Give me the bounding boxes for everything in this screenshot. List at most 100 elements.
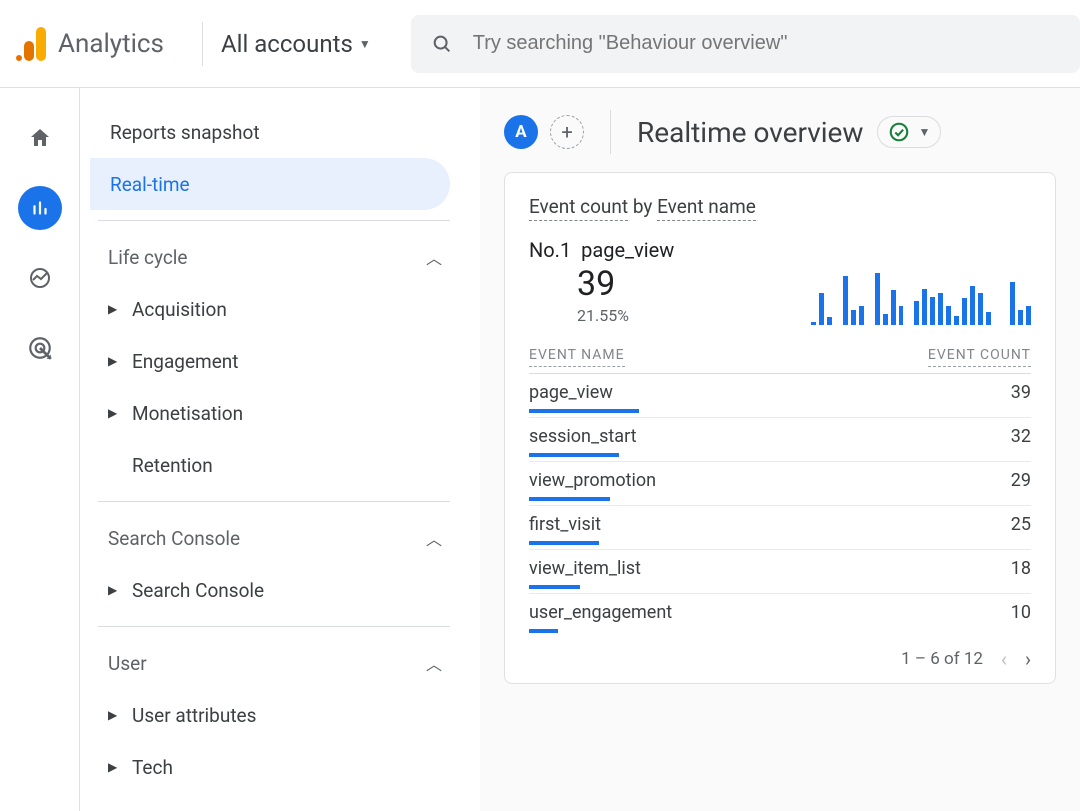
sparkline-chart <box>771 269 1031 325</box>
nav-realtime[interactable]: Real-time <box>90 158 450 210</box>
row-event-name: first_visit <box>529 514 601 535</box>
table-header: EVENT NAME EVENT COUNT <box>529 347 1031 367</box>
search-icon <box>431 33 453 55</box>
add-comparison-button[interactable]: + <box>550 115 584 149</box>
dimension-picker[interactable]: Event name <box>657 195 756 221</box>
header-divider <box>610 110 611 154</box>
table-pager: 1 – 6 of 12 ‹ › <box>529 647 1031 671</box>
page-title: Realtime overview <box>637 116 863 149</box>
section-life-cycle[interactable]: Life cycle ︿ <box>90 231 450 283</box>
triangle-right-icon: ▶ <box>108 302 132 316</box>
table-row[interactable]: session_start 32 <box>529 417 1031 461</box>
nav-sub-label: Acquisition <box>132 298 227 321</box>
section-user[interactable]: User ︿ <box>90 637 450 689</box>
chevron-up-icon: ︿ <box>426 526 442 550</box>
nav-sub-label: User attributes <box>132 704 256 727</box>
nav-sub-label: Search Console <box>132 579 264 602</box>
nav-sub-label: Tech <box>132 756 173 779</box>
section-label: Search Console <box>108 527 240 550</box>
nav-monetisation[interactable]: ▶Monetisation <box>90 387 450 439</box>
row-event-count: 18 <box>1011 558 1031 579</box>
top-rank: No.1 <box>529 238 571 262</box>
top-header: Analytics All accounts ▼ <box>0 0 1080 88</box>
row-bar <box>529 453 619 457</box>
card-title-by: by <box>633 195 653 218</box>
triangle-right-icon: ▶ <box>108 583 132 597</box>
caret-down-icon: ▼ <box>359 37 371 51</box>
nav-explore-icon[interactable] <box>18 256 62 300</box>
col-event-name: EVENT NAME <box>529 347 625 367</box>
row-event-count: 10 <box>1011 602 1031 623</box>
nav-separator <box>98 220 450 221</box>
triangle-right-icon: ▶ <box>108 354 132 368</box>
section-label: User <box>108 652 147 675</box>
status-dropdown[interactable]: ▼ <box>877 116 941 148</box>
section-search-console[interactable]: Search Console ︿ <box>90 512 450 564</box>
row-bar <box>529 585 580 589</box>
check-circle-icon <box>888 121 910 143</box>
triangle-right-icon: ▶ <box>108 708 132 722</box>
caret-down-icon: ▼ <box>918 125 930 139</box>
row-event-count: 25 <box>1011 514 1031 535</box>
main-content: A + Realtime overview ▼ Event count by E… <box>480 88 1080 811</box>
table-body: page_view 39 session_start 32 view_promotion… <box>529 373 1031 637</box>
pager-prev-button[interactable]: ‹ <box>1001 647 1007 671</box>
search-input[interactable] <box>473 32 1080 55</box>
metric-picker[interactable]: Event count <box>529 195 628 221</box>
nav-user-attributes[interactable]: ▶User attributes <box>90 689 450 741</box>
row-bar <box>529 497 610 501</box>
nav-retention[interactable]: Retention <box>90 439 450 491</box>
top-event-summary: No.1 page_view 39 21.55% <box>529 238 674 325</box>
page-header: A + Realtime overview ▼ <box>480 88 1080 172</box>
top-event-percent: 21.55% <box>577 306 674 325</box>
left-icon-rail <box>0 88 80 811</box>
account-switcher[interactable]: All accounts ▼ <box>221 30 371 58</box>
row-bar <box>529 629 558 633</box>
nav-engagement[interactable]: ▶Engagement <box>90 335 450 387</box>
nav-tech[interactable]: ▶Tech <box>90 741 450 793</box>
row-event-count: 39 <box>1011 382 1031 403</box>
row-event-name: view_promotion <box>529 470 656 491</box>
nav-reports-icon[interactable] <box>18 186 62 230</box>
row-event-name: user_engagement <box>529 602 672 623</box>
row-bar <box>529 409 639 413</box>
nav-separator <box>98 626 450 627</box>
nav-reports-snapshot[interactable]: Reports snapshot <box>90 106 450 158</box>
table-row[interactable]: view_item_list 18 <box>529 549 1031 593</box>
nav-sub-label: Monetisation <box>132 402 243 425</box>
nav-acquisition[interactable]: ▶Acquisition <box>90 283 450 335</box>
nav-separator <box>98 501 450 502</box>
triangle-right-icon: ▶ <box>108 406 132 420</box>
row-event-count: 29 <box>1011 470 1031 491</box>
pager-next-button[interactable]: › <box>1025 647 1031 671</box>
row-event-name: page_view <box>529 382 613 403</box>
top-event-name: page_view <box>581 238 674 262</box>
table-row[interactable]: user_engagement 10 <box>529 593 1031 637</box>
row-event-name: session_start <box>529 426 637 447</box>
chevron-up-icon: ︿ <box>426 651 442 675</box>
table-row[interactable]: first_visit 25 <box>529 505 1031 549</box>
nav-sub-label: Engagement <box>132 350 239 373</box>
analytics-logo-icon <box>16 27 46 61</box>
nav-advertising-icon[interactable] <box>18 326 62 370</box>
comparison-badge[interactable]: A <box>504 115 538 149</box>
section-label: Life cycle <box>108 246 187 269</box>
row-event-count: 32 <box>1011 426 1031 447</box>
row-event-name: view_item_list <box>529 558 641 579</box>
account-switcher-label: All accounts <box>221 30 353 58</box>
triangle-right-icon: ▶ <box>108 760 132 774</box>
nav-sub-label: Retention <box>132 454 213 477</box>
col-event-count: EVENT COUNT <box>928 347 1031 367</box>
table-row[interactable]: page_view 39 <box>529 373 1031 417</box>
global-search[interactable] <box>411 15 1080 73</box>
app-name: Analytics <box>58 29 164 59</box>
top-event-value: 39 <box>577 264 674 304</box>
table-row[interactable]: view_promotion 29 <box>529 461 1031 505</box>
nav-search-console[interactable]: ▶Search Console <box>90 564 450 616</box>
event-count-card: Event count by Event name No.1 page_view… <box>504 172 1056 684</box>
header-divider <box>202 22 203 66</box>
pager-range: 1 – 6 of 12 <box>901 649 983 669</box>
row-bar <box>529 541 599 545</box>
card-title[interactable]: Event count by Event name <box>529 195 1031 218</box>
nav-home-icon[interactable] <box>18 116 62 160</box>
